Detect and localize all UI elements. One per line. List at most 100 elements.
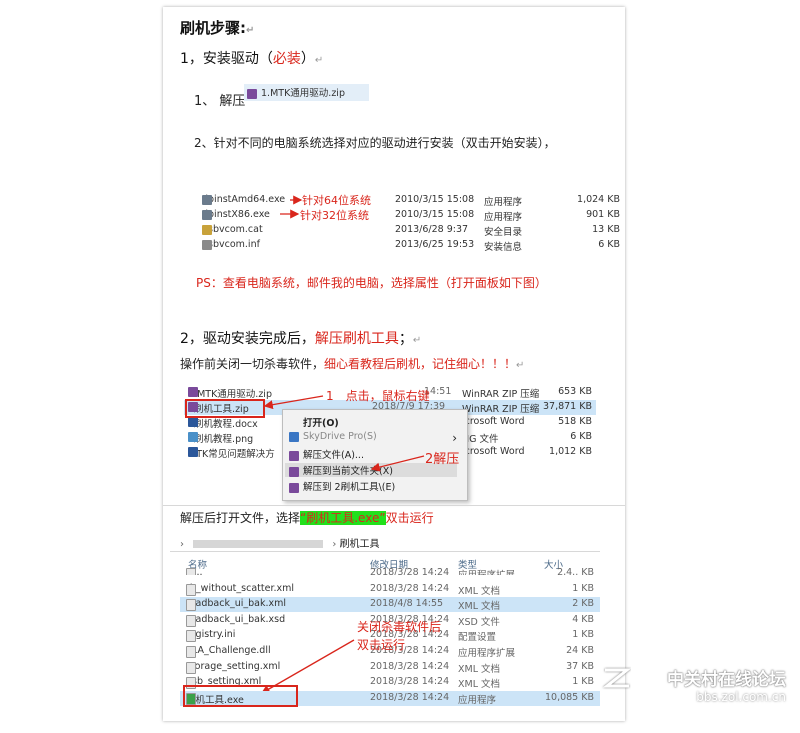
file-icon [202,195,212,205]
archive-file-size: 6 KB [570,431,592,442]
watermark: 中关村在线论坛 bbs.zol.com.cn [667,665,786,704]
context-menu-label: 解压文件(A)... [303,450,364,461]
context-menu-label: 解压到当前文件夹(X) [303,466,393,477]
driver-file-row[interactable]: dpinstAmd64.exe 针对64位系统 2010/3/15 15:08 应用程… [200,193,625,208]
sub-step-1: 1、 解压 [194,94,246,109]
driver-file-name: dpinstX86.exe [202,209,270,220]
watermark-title: 中关村在线论坛 [667,670,786,690]
explorer-file-type: 应用程序 [458,694,497,706]
explorer-file-name: SLA_Challenge.dll [186,645,271,658]
file-icon [188,432,198,442]
explorer-file-size: 4 KB [572,613,594,625]
file-icon [186,599,196,612]
file-icon [188,387,198,397]
explorer-file-type: XML 文档 [458,663,501,675]
driver-file-type: 安装信息 [484,242,523,253]
explorer-file-date: 2018/3/28 14:24 [370,660,450,672]
explorer-file-name: readback_ui_bak.xsd [186,613,286,627]
winrar-icon [247,88,257,99]
annotation-click: 1 点击，鼠标右键 [326,389,430,403]
explorer-breadcrumb[interactable]: › › 刷机工具 [180,535,380,550]
page-break [163,505,625,506]
explorer-file-type: 应用程序扩展 [458,648,516,659]
explorer-file-date: 2018/4/8 14:55 [370,598,444,610]
annotation-unzip: 2解压 [425,452,460,467]
archive-file-type: WinRAR ZIP 压缩 [462,389,540,400]
annotation-dblclick: 双击运行 [357,638,406,652]
archive-file-name: MTK常见问题解决方 [188,447,275,460]
zip-file-chip: 1.MTK通用驱动.zip [244,84,369,101]
driver-file-size: 13 KB [592,224,620,235]
explorer-file-type: 应用程序扩展 [458,567,515,575]
explorer-file-size: 10,085 KB [544,691,594,703]
explorer-file-name: readback_ui_bak.xml [186,598,287,612]
explorer-file-date: 2018/3/28 14:24 [370,567,450,575]
explorer-file-size: 2,4.. KB [557,567,594,575]
driver-annotation: 针对64位系统 [302,194,371,207]
driver-file-date: 2010/3/15 15:08 [395,194,475,205]
explorer-file-date: 2018/3/28 14:24 [370,691,450,703]
driver-file-size: 901 KB [586,209,620,220]
zol-logo-icon [601,662,632,692]
file-icon [188,417,198,427]
archive-file-type: WinRAR ZIP 压缩 [462,404,540,415]
explorer-row[interactable]: readback_ui_bak.xml 2018/4/8 14:55 XML 文档 2… [180,597,600,613]
archive-file-size: 37,871 KB [542,401,592,412]
driver-file-type: 应用程序 [484,212,523,223]
explorer-row[interactable]: rb_without_scatter.xml 2018/3/28 14:24 XML… [180,582,600,597]
explorer-file-size: 1 KB [572,629,594,641]
explorer-row[interactable]: Q... 2018/3/28 14:24 应用程序扩展 2,4.. KB [180,566,600,575]
step1-heading: 1，安装驱动（必装）↵ [180,51,324,67]
context-menu-item[interactable]: 打开(O) [289,415,457,429]
sub-step-2: 2、针对不同的电脑系统选择对应的驱动进行安装（双击开始安装）， [194,136,556,150]
archive-file-name: 3刷机教程.docx [188,417,258,430]
explorer-file-date: 2018/3/28 14:24 [370,676,450,688]
explorer-row[interactable]: storage_setting.xml 2018/3/28 14:24 XML 文档… [180,660,600,675]
explorer-file-name: registry.ini [186,629,236,643]
file-icon [186,661,196,674]
step2-heading: 2，驱动安装完成后，解压刷机工具；↵ [180,331,422,347]
context-menu-label: 解压到 2刷机工具\(E) [303,482,396,493]
explorer-file-size: 37 KB [566,660,594,672]
context-menu-item[interactable]: SkyDrive Pro(S) › [289,431,457,445]
doc-title: 刷机步骤:↵ [180,19,255,37]
driver-file-name: dpinstAmd64.exe [202,194,286,205]
explorer-divider [170,551,600,552]
file-icon [186,583,196,596]
explorer-file-name: rb_without_scatter.xml [186,582,295,596]
file-icon [186,614,196,627]
winrar-icon [289,466,299,477]
driver-file-type: 安全目录 [484,227,523,238]
annotation-close-av: 关闭杀毒软件后 [357,620,442,634]
explorer-file-name: Q... [186,567,203,575]
driver-file-name: usbvcom.inf [202,239,260,250]
driver-file-row[interactable]: usbvcom.inf 2013/6/25 19:53 安装信息 6 KB [200,238,625,253]
archive-file-size: 653 KB [558,386,592,397]
winrar-icon [289,450,299,461]
archive-file-name: 1.MTK通用驱动.zip [188,387,272,400]
driver-file-row[interactable]: dpinstX86.exe 针对32位系统 2010/3/15 15:08 应用程序 9… [200,208,625,223]
archive-file-size: 518 KB [558,416,592,427]
warning-line: 操作前关闭一切杀毒软件，细心看教程后刷机，记住细心！！！↵ [180,357,525,371]
submenu-arrow-icon: › [452,431,457,445]
context-menu-label: SkyDrive Pro(S) [303,431,377,442]
context-menu-item[interactable]: 解压到 2刷机工具\(E) [289,479,457,493]
explorer-file-type: XSD 文件 [458,616,500,628]
explorer-file-size: 24 KB [566,645,594,656]
file-icon [188,447,198,457]
file-icon [186,568,196,575]
file-icon [186,646,196,658]
file-icon [202,240,212,250]
explorer-file-type: XML 文档 [458,585,501,597]
explorer-file-name: storage_setting.xml [186,660,281,674]
driver-file-name: usbvcom.cat [202,224,263,235]
highlight-box-zip [185,399,265,418]
driver-file-date: 2013/6/25 19:53 [395,239,475,250]
archive-file-size: 1,012 KB [549,446,592,457]
driver-file-type: 应用程序 [484,197,523,208]
context-menu-label: 打开(O) [303,418,339,429]
blurred-path [193,540,324,548]
driver-file-row[interactable]: usbvcom.cat 2013/6/28 9:37 安全目录 13 KB [200,223,625,238]
after-unzip-line: 解压后打开文件，选择“刷机工具.exe”双击运行 [180,511,434,525]
ps-note: PS：查看电脑系统，邮件我的电脑，选择属性（打开面板如下图） [196,276,547,290]
